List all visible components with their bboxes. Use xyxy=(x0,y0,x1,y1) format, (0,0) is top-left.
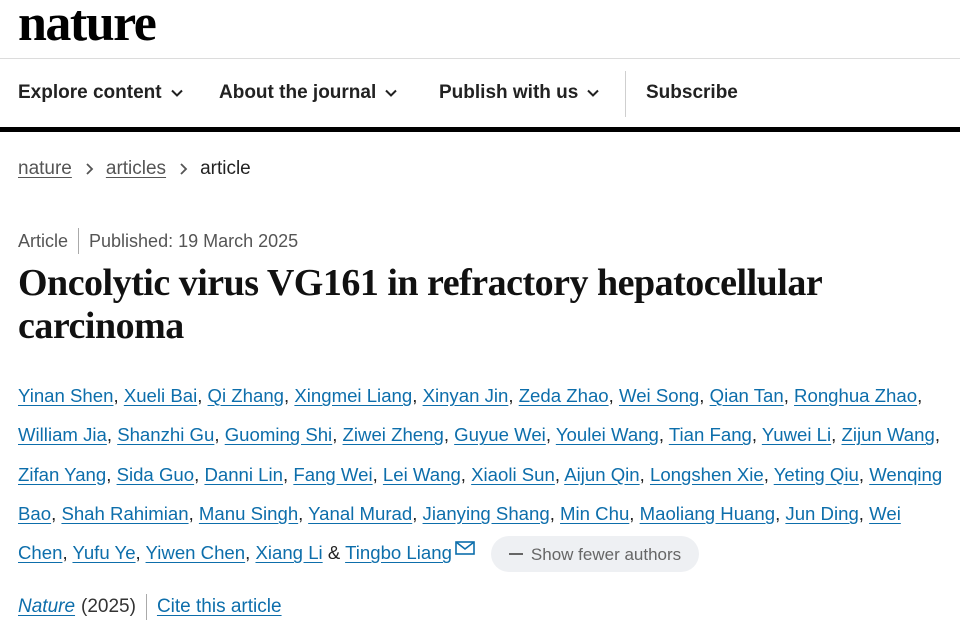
author-link[interactable]: Aijun Qin xyxy=(564,464,639,485)
nav-publish-with-us-label: Publish with us xyxy=(439,82,579,103)
author-list: Yinan Shen, Xueli Bai, Qi Zhang, Xingmei… xyxy=(18,376,953,573)
author-link[interactable]: Manu Singh xyxy=(199,503,298,524)
breadcrumb-articles[interactable]: articles xyxy=(106,158,166,180)
breadcrumb-current: article xyxy=(200,158,251,179)
author-link[interactable]: Guyue Wei xyxy=(454,424,546,445)
citation-divider xyxy=(145,594,147,620)
author-link[interactable]: Jun Ding xyxy=(785,503,858,524)
author-joiner: & xyxy=(327,542,341,564)
author-link[interactable]: Ziwei Zheng xyxy=(343,424,444,445)
minus-icon xyxy=(508,553,523,556)
author-link[interactable]: Yinan Shen xyxy=(18,385,113,406)
author-link[interactable]: Fang Wei xyxy=(293,464,372,485)
chevron-down-icon xyxy=(385,89,397,97)
author-link[interactable]: William Jia xyxy=(18,424,107,445)
author-link[interactable]: Yiwen Chen xyxy=(146,542,246,563)
author-link[interactable]: Xiaoli Sun xyxy=(471,464,555,485)
author-link[interactable]: Ronghua Zhao xyxy=(794,385,917,406)
author-link[interactable]: Xiang Li xyxy=(255,542,322,563)
author-link[interactable]: Sida Guo xyxy=(117,464,195,485)
author-link[interactable]: Min Chu xyxy=(560,503,629,524)
subscribe-link[interactable]: Subscribe xyxy=(646,59,738,127)
author-link[interactable]: Zeda Zhao xyxy=(519,385,609,406)
chevron-down-icon xyxy=(587,89,600,97)
nav-divider xyxy=(625,71,626,117)
author-link[interactable]: Yufu Ye xyxy=(72,542,135,563)
author-link[interactable]: Wei Song xyxy=(619,385,699,406)
nature-logo[interactable]: nature xyxy=(18,0,157,54)
author-link[interactable]: Zijun Wang xyxy=(841,424,934,445)
nav-about-journal[interactable]: About the journal xyxy=(219,59,398,127)
author-link[interactable]: Lei Wang xyxy=(383,464,461,485)
author-link[interactable]: Yuwei Li xyxy=(762,424,831,445)
author-link[interactable]: Qi Zhang xyxy=(208,385,284,406)
author-link[interactable]: Qian Tan xyxy=(710,385,784,406)
author-link[interactable]: Shah Rahimian xyxy=(61,503,188,524)
journal-link[interactable]: Nature xyxy=(18,596,75,618)
nav-publish-with-us[interactable]: Publish with us xyxy=(439,59,600,127)
published-date: Published: 19 March 2025 xyxy=(89,230,299,251)
chevron-right-icon xyxy=(180,163,188,175)
author-link[interactable]: Xinyan Jin xyxy=(423,385,509,406)
author-link[interactable]: Youlei Wang xyxy=(556,424,659,445)
author-link[interactable]: Danni Lin xyxy=(204,464,283,485)
breadcrumb: nature articles article xyxy=(18,158,251,180)
nav-explore-content[interactable]: Explore content xyxy=(18,59,184,127)
author-link[interactable]: Longshen Xie xyxy=(650,464,764,485)
citation-year: (2025) xyxy=(81,596,136,617)
author-link[interactable]: Guoming Shi xyxy=(225,424,333,445)
nav-explore-content-label: Explore content xyxy=(18,82,162,103)
author-link[interactable]: Maoliang Huang xyxy=(640,503,775,524)
author-link[interactable]: Tian Fang xyxy=(669,424,752,445)
author-link[interactable]: Jianying Shang xyxy=(423,503,550,524)
author-link[interactable]: Zifan Yang xyxy=(18,464,106,485)
author-link[interactable]: Yeting Qiu xyxy=(774,464,859,485)
author-link[interactable]: Shanzhi Gu xyxy=(117,424,214,445)
author-link[interactable]: Xingmei Liang xyxy=(294,385,412,406)
citation-line: Nature (2025) Cite this article xyxy=(18,594,282,620)
author-link[interactable]: Xueli Bai xyxy=(124,385,197,406)
subscribe-label: Subscribe xyxy=(646,82,738,103)
main-nav: Explore content About the journal Publis… xyxy=(0,58,960,132)
article-type: Article xyxy=(18,230,69,251)
article-title: Oncolytic virus VG161 in refractory hepa… xyxy=(18,262,822,347)
article-meta: Article Published: 19 March 2025 xyxy=(18,228,298,254)
nav-about-journal-label: About the journal xyxy=(219,82,377,103)
author-link[interactable]: Yanal Murad xyxy=(308,503,412,524)
meta-divider xyxy=(78,228,80,254)
cite-this-article-link[interactable]: Cite this article xyxy=(157,596,282,618)
author-link-corresponding[interactable]: Tingbo Liang xyxy=(345,542,452,563)
chevron-down-icon xyxy=(170,89,183,97)
show-fewer-label: Show fewer authors xyxy=(530,544,682,564)
chevron-right-icon xyxy=(86,163,94,175)
email-icon[interactable] xyxy=(455,541,475,555)
breadcrumb-nature[interactable]: nature xyxy=(18,158,72,180)
show-fewer-authors-button[interactable]: Show fewer authors xyxy=(490,536,700,573)
